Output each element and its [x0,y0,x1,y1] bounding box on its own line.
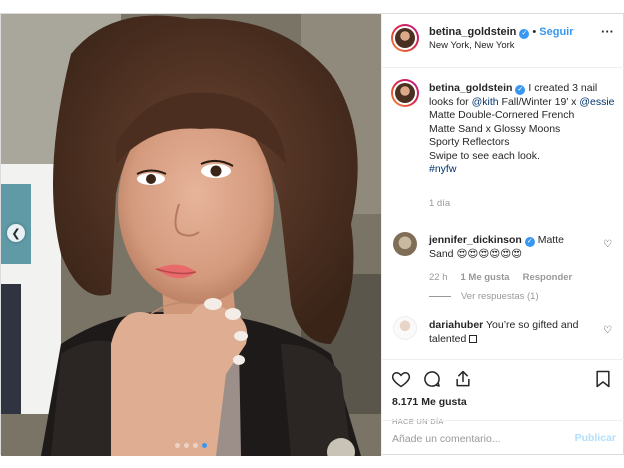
avatar[interactable] [393,316,417,340]
comment-username[interactable]: jennifer_dickinson [429,234,522,246]
comment-input[interactable] [392,430,562,448]
likes-count[interactable]: 8.171 Me gusta [392,396,467,408]
caption-part: Fall/Winter 19’ x [498,95,580,108]
caption-line: Sporty Reflectors [429,136,510,148]
carousel-dot [175,443,180,448]
ellipsis-icon[interactable]: ··· [601,25,614,38]
comments-list[interactable]: betina_goldstein ✓ I created 3 nail looks… [382,69,624,359]
post-side-panel: betina_goldstein ✓ • Seguir New York, New Y… [381,14,624,456]
heart-outline-icon[interactable]: ♡ [603,239,612,250]
comment-text: dariahuber You’re so gifted and talented [429,318,599,346]
carousel-dot-active [202,443,207,448]
action-icons [391,369,473,391]
post-photo[interactable]: ❮ [1,14,381,456]
carousel-dot [184,443,189,448]
post-header: betina_goldstein ✓ • Seguir New York, New Y… [382,14,624,68]
heart-outline-icon[interactable]: ♡ [603,325,612,336]
comment-meta: 22 h 1 Me gusta Responder [429,272,585,283]
mention-link[interactable]: @kith [472,96,499,108]
location-link[interactable]: New York, New York [429,40,515,51]
carousel-prev-button[interactable]: ❮ [7,224,25,242]
comment-icon[interactable] [422,369,442,389]
verified-icon: ✓ [515,85,526,95]
bookmark-icon[interactable] [593,369,613,389]
avatar[interactable] [393,232,417,256]
reply-button[interactable]: Responder [523,272,573,283]
comment-text: jennifer_dickinson ✓ Matte Sand 😍😍😍😍😍😍 [429,233,589,261]
avatar[interactable] [391,24,419,52]
caption-line: Matte Double-Cornered French [429,109,575,121]
heart-icon[interactable] [391,369,411,389]
divider [429,295,451,297]
caption-line: Swipe to see each look. [429,149,540,162]
carousel-indicator [1,443,381,448]
caption-timestamp[interactable]: 1 día [429,198,450,209]
caption-username[interactable]: betina_goldstein [429,82,512,94]
portrait-image [1,14,381,456]
instagram-post: ❮ betina_goldstein ✓ • Seguir New York, New… [0,13,624,456]
username-link[interactable]: betina_goldstein [429,26,516,38]
avatar[interactable] [391,79,419,107]
follow-button[interactable]: Seguir [539,26,573,38]
view-replies-label: Ver respuestas (1) [461,291,539,302]
header-user-line: betina_goldstein ✓ • Seguir [429,26,574,39]
comment-username[interactable]: dariahuber [429,319,483,331]
separator-dot: • [532,26,537,38]
comment-likes[interactable]: 1 Me gusta [461,272,510,283]
verified-icon: ✓ [524,237,535,247]
hashtag-link[interactable]: #nyfw [429,163,456,175]
add-comment-bar: Publicar [382,420,624,456]
view-replies-button[interactable]: Ver respuestas (1) [429,291,539,302]
emoji-placeholder-icon [469,335,478,343]
carousel-dot [193,443,198,448]
caption-line: Matte Sand x Glossy Moons [429,122,561,135]
share-icon[interactable] [453,369,473,389]
caption-text: betina_goldstein ✓ I created 3 nail looks… [429,82,619,177]
chevron-left-icon: ❮ [11,227,21,240]
verified-icon: ✓ [519,29,530,39]
mention-link[interactable]: @essie [579,96,614,108]
publish-button[interactable]: Publicar [575,432,616,444]
comment-time[interactable]: 22 h [429,272,448,283]
